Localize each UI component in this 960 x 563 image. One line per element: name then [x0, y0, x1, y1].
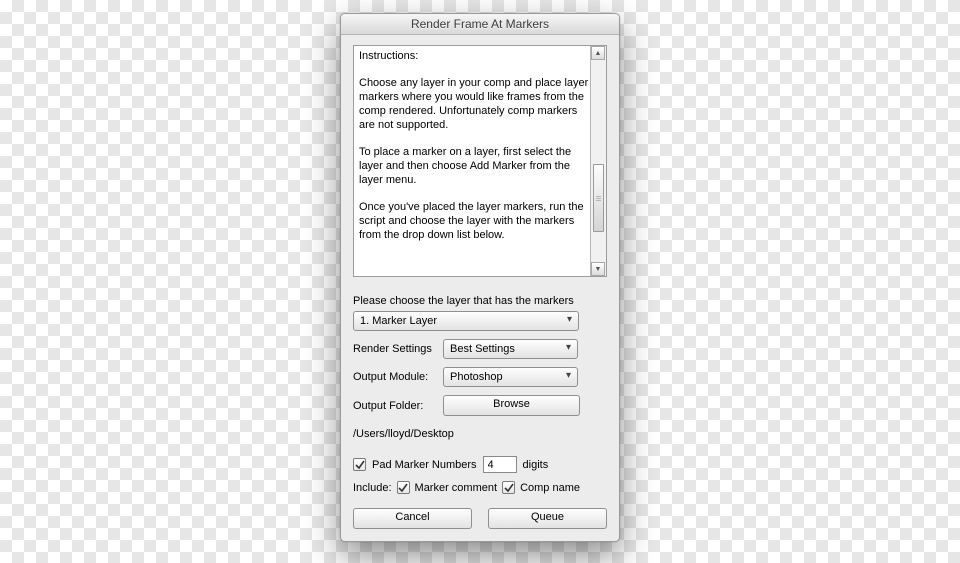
- instructions-p1: Choose any layer in your comp and place …: [359, 76, 589, 132]
- dialog-body: Instructions: Choose any layer in your c…: [341, 35, 619, 541]
- output-module-label: Output Module:: [353, 371, 437, 383]
- layer-dropdown[interactable]: 1. Marker Layer: [353, 311, 579, 331]
- pad-digits-unit: digits: [523, 459, 549, 471]
- scroll-thumb[interactable]: [593, 164, 604, 232]
- output-module-value: Photoshop: [450, 371, 503, 383]
- marker-comment-label: Marker comment: [415, 482, 498, 494]
- pad-marker-checkbox[interactable]: [353, 458, 366, 471]
- instructions-p3: Once you've placed the layer markers, ru…: [359, 200, 589, 242]
- instructions-p2: To place a marker on a layer, first sele…: [359, 145, 589, 187]
- render-settings-value: Best Settings: [450, 343, 515, 355]
- output-module-dropdown[interactable]: Photoshop: [443, 367, 578, 387]
- layer-dropdown-value: 1. Marker Layer: [360, 315, 437, 327]
- check-icon: [504, 483, 514, 493]
- render-settings-dropdown[interactable]: Best Settings: [443, 339, 578, 359]
- layer-prompt-label: Please choose the layer that has the mar…: [353, 295, 607, 307]
- instructions-textarea[interactable]: Instructions: Choose any layer in your c…: [353, 45, 607, 277]
- dialog-window: Render Frame At Markers Instructions: Ch…: [340, 13, 620, 542]
- output-folder-label: Output Folder:: [353, 400, 437, 412]
- comp-name-checkbox[interactable]: [502, 481, 515, 494]
- output-folder-path: /Users/lloyd/Desktop: [353, 428, 607, 440]
- queue-button[interactable]: Queue: [488, 508, 607, 529]
- marker-comment-checkbox[interactable]: [397, 481, 410, 494]
- scrollbar[interactable]: ▲ ▼: [590, 46, 606, 276]
- instructions-text: Instructions: Choose any layer in your c…: [359, 49, 589, 255]
- scroll-down-button[interactable]: ▼: [591, 262, 605, 276]
- browse-button[interactable]: Browse: [443, 395, 580, 416]
- check-icon: [398, 483, 408, 493]
- scroll-up-button[interactable]: ▲: [591, 46, 605, 60]
- include-label: Include:: [353, 482, 392, 494]
- window-title: Render Frame At Markers: [341, 14, 619, 35]
- pad-digits-input[interactable]: [483, 456, 517, 473]
- cancel-button[interactable]: Cancel: [353, 508, 472, 529]
- check-icon: [355, 460, 365, 470]
- pad-marker-label: Pad Marker Numbers: [372, 459, 477, 471]
- comp-name-label: Comp name: [520, 482, 580, 494]
- instructions-heading: Instructions:: [359, 49, 589, 63]
- render-settings-label: Render Settings: [353, 343, 437, 355]
